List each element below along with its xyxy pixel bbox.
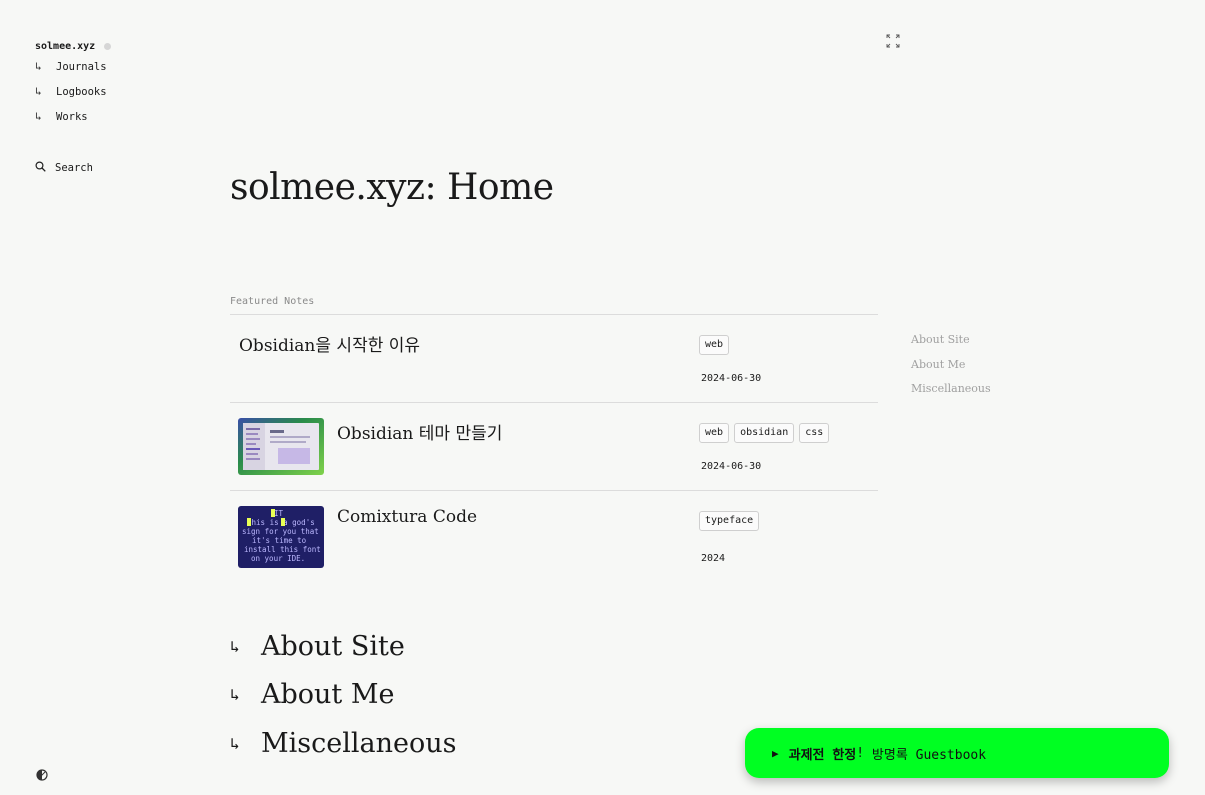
link-about-site[interactable]: ↳ About Site (230, 622, 456, 671)
link-label[interactable]: About Site (261, 631, 405, 662)
featured-notes-list: Obsidian을 시작한 이유 web 2024-06-30 Obsidian… (230, 314, 878, 581)
tag-list: web (699, 335, 730, 355)
svg-text:sign for you that: sign for you that (242, 527, 319, 536)
search-label[interactable]: Search (55, 162, 93, 174)
note-date: 2024 (701, 553, 726, 564)
tag[interactable]: web (699, 335, 730, 355)
sidebar-item-label[interactable]: Journals (56, 61, 107, 73)
list-item[interactable]: Obsidian 테마 만들기 web obsidian css 2024-06… (230, 403, 878, 491)
sidebar-item-works[interactable]: ↳ Works (35, 104, 185, 129)
note-date: 2024-06-30 (701, 373, 762, 384)
sidebar: solmee.xyz ↳ Journals ↳ Logbooks ↳ Works (35, 38, 185, 129)
tag-list: web obsidian css (699, 423, 830, 443)
table-of-contents: About Site About Me Miscellaneous (911, 333, 991, 407)
search-button[interactable]: Search (35, 161, 93, 175)
toc-item-about-site[interactable]: About Site (911, 333, 991, 358)
svg-text:on your IDE.: on your IDE. (251, 554, 305, 563)
link-label[interactable]: About Me (261, 679, 394, 710)
featured-notes-label: Featured Notes (230, 296, 315, 307)
guestbook-label: 방명록 Guestbook (864, 747, 987, 763)
arrow-icon: ↳ (230, 636, 240, 656)
svg-text:IT: IT (274, 509, 284, 518)
search-icon (35, 161, 55, 175)
list-item[interactable]: IT this is a god's sign for you that it'… (230, 491, 878, 581)
tag[interactable]: obsidian (734, 423, 795, 443)
link-about-me[interactable]: ↳ About Me (230, 671, 456, 720)
note-thumbnail[interactable]: IT this is a god's sign for you that it'… (238, 506, 324, 568)
arrow-icon: ↳ (35, 60, 42, 73)
note-title[interactable]: Comixtura Code (337, 507, 477, 527)
note-title[interactable]: Obsidian 테마 만들기 (337, 419, 502, 444)
guestbook-exclaim: ! (856, 745, 865, 761)
sidebar-item-logbooks[interactable]: ↳ Logbooks (35, 79, 185, 104)
tag[interactable]: typeface (699, 511, 760, 531)
site-title[interactable]: solmee.xyz (35, 41, 95, 52)
page-title: solmee.xyz: Home (230, 167, 554, 208)
expand-icon[interactable] (885, 33, 901, 49)
sidebar-item-journals[interactable]: ↳ Journals (35, 54, 185, 79)
svg-text:this is a god's: this is a god's (247, 518, 315, 527)
arrow-icon: ↳ (230, 733, 240, 753)
arrow-icon: ↳ (230, 685, 240, 705)
status-dot-icon (104, 42, 112, 50)
section-links: ↳ About Site ↳ About Me ↳ Miscellaneous (230, 622, 456, 768)
toc-item-miscellaneous[interactable]: Miscellaneous (911, 382, 991, 407)
guestbook-highlight: 과제전 한정 (788, 747, 857, 763)
note-date: 2024-06-30 (701, 461, 762, 472)
link-label[interactable]: Miscellaneous (261, 728, 456, 759)
toc-item-about-me[interactable]: About Me (911, 358, 991, 383)
arrow-icon: ↳ (35, 85, 42, 98)
site-title-row[interactable]: solmee.xyz (35, 38, 185, 54)
theme-toggle-icon[interactable] (36, 766, 48, 781)
link-miscellaneous[interactable]: ↳ Miscellaneous (230, 719, 456, 768)
play-icon: ▶ (772, 746, 779, 760)
svg-text:it's time to: it's time to (252, 536, 307, 545)
tag-list: typeface (699, 511, 760, 531)
sidebar-item-label[interactable]: Works (56, 111, 88, 123)
note-thumbnail[interactable] (238, 418, 324, 475)
note-title[interactable]: Obsidian을 시작한 이유 (239, 331, 420, 356)
arrow-icon: ↳ (35, 110, 42, 123)
tag[interactable]: web (699, 423, 730, 443)
tag[interactable]: css (799, 423, 830, 443)
sidebar-item-label[interactable]: Logbooks (56, 86, 107, 98)
guestbook-button[interactable]: ▶ 과제전 한정 ! 방명록 Guestbook (745, 728, 1169, 778)
svg-text:install this font: install this font (244, 545, 321, 554)
list-item[interactable]: Obsidian을 시작한 이유 web 2024-06-30 (230, 315, 878, 403)
